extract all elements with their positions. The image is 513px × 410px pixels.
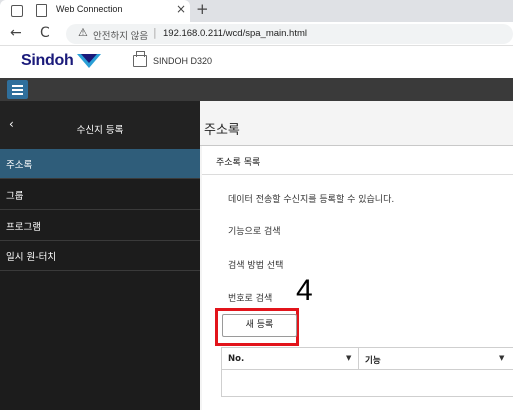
main-content: 주소록 주소록 목록 데이터 전송할 수신지를 등록할 수 있습니다. 기능으로… <box>200 101 513 410</box>
search-by-function-label[interactable]: 기능으로 검색 <box>228 224 281 237</box>
close-tab-icon[interactable]: × <box>176 2 186 16</box>
browser-tab[interactable]: Web Connection × <box>0 0 190 22</box>
divider <box>202 174 513 175</box>
page-icon <box>36 4 47 17</box>
printer-icon <box>133 51 147 67</box>
url-text[interactable]: 192.168.0.211/wcd/spa_main.html <box>163 28 307 39</box>
menu-line <box>12 93 23 95</box>
sidebar-item-label: 그룹 <box>6 191 24 202</box>
column-header-function[interactable]: 기능 ▼ <box>359 348 513 370</box>
hamburger-menu-button[interactable] <box>7 80 28 99</box>
logo-mark-icon <box>77 54 101 68</box>
sidebar: ‹ 수신지 등록 주소록 그룹 프로그램 일시 원-터치 <box>0 101 200 410</box>
new-registration-button[interactable]: 새 등록 <box>222 314 297 337</box>
security-status[interactable]: 안전하지 않음 <box>93 28 148 42</box>
table-row <box>222 370 513 396</box>
sidebar-header: ‹ 수신지 등록 <box>0 101 200 149</box>
column-header-no[interactable]: No. ▼ <box>222 348 359 370</box>
tab-title: Web Connection <box>56 4 123 14</box>
tab-actions-icon[interactable] <box>11 5 23 17</box>
menu-line <box>12 85 23 87</box>
sort-caret-icon[interactable]: ▼ <box>346 354 351 362</box>
sidebar-title: 수신지 등록 <box>76 125 124 136</box>
search-by-number-label[interactable]: 번호로 검색 <box>228 291 272 304</box>
browser-tab-bar: Web Connection × + <box>0 0 513 22</box>
address-bar-row: ← C ⚠ 안전하지 않음 | 192.168.0.211/wcd/spa_ma… <box>0 22 513 46</box>
address-table: No. ▼ 기능 ▼ <box>221 347 513 397</box>
page-title: 주소록 <box>204 123 240 138</box>
step-callout-number: 4 <box>296 274 313 307</box>
sidebar-item-address-book[interactable]: 주소록 <box>0 149 200 179</box>
back-arrow-icon[interactable]: ← <box>10 25 22 41</box>
description-text: 데이터 전송할 수신지를 등록할 수 있습니다. <box>228 195 395 205</box>
search-method-label[interactable]: 검색 방법 선택 <box>228 258 283 271</box>
menu-line <box>12 89 23 91</box>
sort-caret-icon[interactable]: ▼ <box>499 354 504 362</box>
panel-title: 주소록 목록 <box>216 158 261 168</box>
new-tab-icon[interactable]: + <box>196 0 209 18</box>
url-field[interactable]: ⚠ 안전하지 않음 | 192.168.0.211/wcd/spa_main.h… <box>66 24 513 44</box>
sidebar-item-label: 일시 원-터치 <box>6 252 57 263</box>
column-header-label: 기능 <box>365 356 381 366</box>
sidebar-item-one-touch[interactable]: 일시 원-터치 <box>0 241 200 271</box>
warning-icon[interactable]: ⚠ <box>78 26 88 39</box>
app-header: Sindoh SINDOH D320 <box>0 46 513 78</box>
sidebar-item-label: 주소록 <box>6 160 33 171</box>
sidebar-item-label: 프로그램 <box>6 222 41 233</box>
sidebar-item-group[interactable]: 그룹 <box>0 180 200 210</box>
reload-icon[interactable]: C <box>40 25 50 41</box>
device-name: SINDOH D320 <box>153 56 213 66</box>
column-header-label: No. <box>228 354 245 364</box>
sidebar-item-program[interactable]: 프로그램 <box>0 211 200 241</box>
brand-logo: Sindoh <box>21 52 74 69</box>
top-toolbar <box>0 78 513 101</box>
address-book-panel: 주소록 목록 데이터 전송할 수신지를 등록할 수 있습니다. 기능으로 검색 … <box>202 146 513 410</box>
url-separator: | <box>153 26 157 39</box>
